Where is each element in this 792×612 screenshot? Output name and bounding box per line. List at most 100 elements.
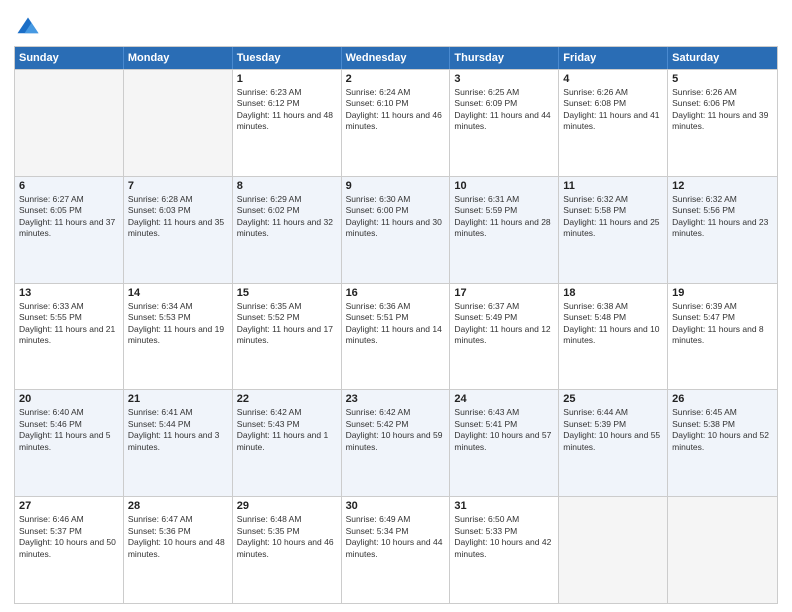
day-detail: Sunrise: 6:24 AM Sunset: 6:10 PM Dayligh… (346, 87, 446, 133)
day-number: 8 (237, 180, 337, 192)
day-number: 1 (237, 73, 337, 85)
day-number: 24 (454, 393, 554, 405)
day-number: 17 (454, 287, 554, 299)
day-number: 3 (454, 73, 554, 85)
day-cell-26: 26 Sunrise: 6:45 AM Sunset: 5:38 PM Dayli… (668, 390, 777, 496)
day-cell-17: 17 Sunrise: 6:37 AM Sunset: 5:49 PM Dayli… (450, 284, 559, 390)
day-detail: Sunrise: 6:47 AM Sunset: 5:36 PM Dayligh… (128, 514, 228, 560)
day-number: 29 (237, 500, 337, 512)
day-detail: Sunrise: 6:33 AM Sunset: 5:55 PM Dayligh… (19, 301, 119, 347)
week-row-5: 27 Sunrise: 6:46 AM Sunset: 5:37 PM Dayli… (15, 496, 777, 603)
day-number: 20 (19, 393, 119, 405)
day-cell-28: 28 Sunrise: 6:47 AM Sunset: 5:36 PM Dayli… (124, 497, 233, 603)
day-number: 15 (237, 287, 337, 299)
week-row-4: 20 Sunrise: 6:40 AM Sunset: 5:46 PM Dayli… (15, 389, 777, 496)
day-detail: Sunrise: 6:45 AM Sunset: 5:38 PM Dayligh… (672, 407, 773, 453)
header (14, 10, 778, 42)
day-detail: Sunrise: 6:26 AM Sunset: 6:08 PM Dayligh… (563, 87, 663, 133)
day-cell-empty-0-0 (15, 70, 124, 176)
day-cell-23: 23 Sunrise: 6:42 AM Sunset: 5:42 PM Dayli… (342, 390, 451, 496)
day-number: 25 (563, 393, 663, 405)
week-row-1: 1 Sunrise: 6:23 AM Sunset: 6:12 PM Daylig… (15, 69, 777, 176)
day-detail: Sunrise: 6:25 AM Sunset: 6:09 PM Dayligh… (454, 87, 554, 133)
day-cell-empty-4-5 (559, 497, 668, 603)
day-cell-11: 11 Sunrise: 6:32 AM Sunset: 5:58 PM Dayli… (559, 177, 668, 283)
day-detail: Sunrise: 6:42 AM Sunset: 5:42 PM Dayligh… (346, 407, 446, 453)
day-number: 9 (346, 180, 446, 192)
week-row-2: 6 Sunrise: 6:27 AM Sunset: 6:05 PM Daylig… (15, 176, 777, 283)
header-cell-saturday: Saturday (668, 47, 777, 69)
calendar-header-row: SundayMondayTuesdayWednesdayThursdayFrid… (15, 47, 777, 69)
day-detail: Sunrise: 6:23 AM Sunset: 6:12 PM Dayligh… (237, 87, 337, 133)
day-cell-14: 14Sunrise: 6:34 AM Sunset: 5:53 PM Dayli… (124, 284, 233, 390)
day-detail: Sunrise: 6:42 AM Sunset: 5:43 PM Dayligh… (237, 407, 337, 453)
day-detail: Sunrise: 6:41 AM Sunset: 5:44 PM Dayligh… (128, 407, 228, 453)
day-number: 27 (19, 500, 119, 512)
day-cell-2: 2 Sunrise: 6:24 AM Sunset: 6:10 PM Daylig… (342, 70, 451, 176)
day-cell-15: 15 Sunrise: 6:35 AM Sunset: 5:52 PM Dayli… (233, 284, 342, 390)
day-number: 7 (128, 180, 228, 192)
day-detail: Sunrise: 6:27 AM Sunset: 6:05 PM Dayligh… (19, 194, 119, 240)
day-cell-4: 4 Sunrise: 6:26 AM Sunset: 6:08 PM Daylig… (559, 70, 668, 176)
day-detail: Sunrise: 6:49 AM Sunset: 5:34 PM Dayligh… (346, 514, 446, 560)
day-number: 18 (563, 287, 663, 299)
day-number: 31 (454, 500, 554, 512)
header-cell-thursday: Thursday (450, 47, 559, 69)
day-detail: Sunrise: 6:28 AM Sunset: 6:03 PM Dayligh… (128, 194, 228, 240)
day-number: 30 (346, 500, 446, 512)
day-number: 11 (563, 180, 663, 192)
week-row-3: 13 Sunrise: 6:33 AM Sunset: 5:55 PM Dayli… (15, 283, 777, 390)
day-cell-30: 30 Sunrise: 6:49 AM Sunset: 5:34 PM Dayli… (342, 497, 451, 603)
day-number: 13 (19, 287, 119, 299)
day-number: 6 (19, 180, 119, 192)
day-cell-13: 13 Sunrise: 6:33 AM Sunset: 5:55 PM Dayli… (15, 284, 124, 390)
day-detail: Sunrise: 6:29 AM Sunset: 6:02 PM Dayligh… (237, 194, 337, 240)
day-detail: Sunrise: 6:37 AM Sunset: 5:49 PM Dayligh… (454, 301, 554, 347)
day-number: 28 (128, 500, 228, 512)
day-number: 12 (672, 180, 773, 192)
day-detail: Sunrise: 6:44 AM Sunset: 5:39 PM Dayligh… (563, 407, 663, 453)
day-detail: Sunrise: 6:40 AM Sunset: 5:46 PM Dayligh… (19, 407, 119, 453)
day-cell-empty-0-1 (124, 70, 233, 176)
day-detail: Sunrise: 6:35 AM Sunset: 5:52 PM Dayligh… (237, 301, 337, 347)
day-cell-7: 7 Sunrise: 6:28 AM Sunset: 6:03 PM Daylig… (124, 177, 233, 283)
day-number: 19 (672, 287, 773, 299)
day-number: 23 (346, 393, 446, 405)
header-cell-sunday: Sunday (15, 47, 124, 69)
day-detail: Sunrise: 6:39 AM Sunset: 5:47 PM Dayligh… (672, 301, 773, 347)
header-cell-friday: Friday (559, 47, 668, 69)
day-detail: Sunrise: 6:26 AM Sunset: 6:06 PM Dayligh… (672, 87, 773, 133)
day-cell-8: 8 Sunrise: 6:29 AM Sunset: 6:02 PM Daylig… (233, 177, 342, 283)
day-detail: Sunrise: 6:31 AM Sunset: 5:59 PM Dayligh… (454, 194, 554, 240)
day-cell-9: 9Sunrise: 6:30 AM Sunset: 6:00 PM Daylig… (342, 177, 451, 283)
header-cell-monday: Monday (124, 47, 233, 69)
day-cell-19: 19 Sunrise: 6:39 AM Sunset: 5:47 PM Dayli… (668, 284, 777, 390)
day-cell-29: 29Sunrise: 6:48 AM Sunset: 5:35 PM Dayli… (233, 497, 342, 603)
day-number: 14 (128, 287, 228, 299)
logo-icon (14, 14, 42, 42)
calendar-body: 1 Sunrise: 6:23 AM Sunset: 6:12 PM Daylig… (15, 69, 777, 603)
header-cell-wednesday: Wednesday (342, 47, 451, 69)
day-number: 4 (563, 73, 663, 85)
day-cell-1: 1 Sunrise: 6:23 AM Sunset: 6:12 PM Daylig… (233, 70, 342, 176)
day-cell-18: 18Sunrise: 6:38 AM Sunset: 5:48 PM Dayli… (559, 284, 668, 390)
day-number: 26 (672, 393, 773, 405)
day-cell-empty-4-6 (668, 497, 777, 603)
day-detail: Sunrise: 6:32 AM Sunset: 5:58 PM Dayligh… (563, 194, 663, 240)
day-cell-27: 27 Sunrise: 6:46 AM Sunset: 5:37 PM Dayli… (15, 497, 124, 603)
logo (14, 14, 46, 42)
day-detail: Sunrise: 6:32 AM Sunset: 5:56 PM Dayligh… (672, 194, 773, 240)
day-cell-16: 16Sunrise: 6:36 AM Sunset: 5:51 PM Dayli… (342, 284, 451, 390)
day-cell-3: 3 Sunrise: 6:25 AM Sunset: 6:09 PM Daylig… (450, 70, 559, 176)
day-cell-22: 22Sunrise: 6:42 AM Sunset: 5:43 PM Dayli… (233, 390, 342, 496)
day-cell-10: 10Sunrise: 6:31 AM Sunset: 5:59 PM Dayli… (450, 177, 559, 283)
day-number: 2 (346, 73, 446, 85)
day-cell-24: 24 Sunrise: 6:43 AM Sunset: 5:41 PM Dayli… (450, 390, 559, 496)
day-cell-6: 6 Sunrise: 6:27 AM Sunset: 6:05 PM Daylig… (15, 177, 124, 283)
day-detail: Sunrise: 6:43 AM Sunset: 5:41 PM Dayligh… (454, 407, 554, 453)
day-cell-31: 31Sunrise: 6:50 AM Sunset: 5:33 PM Dayli… (450, 497, 559, 603)
day-number: 16 (346, 287, 446, 299)
day-cell-5: 5Sunrise: 6:26 AM Sunset: 6:06 PM Daylig… (668, 70, 777, 176)
day-cell-25: 25 Sunrise: 6:44 AM Sunset: 5:39 PM Dayli… (559, 390, 668, 496)
day-detail: Sunrise: 6:46 AM Sunset: 5:37 PM Dayligh… (19, 514, 119, 560)
